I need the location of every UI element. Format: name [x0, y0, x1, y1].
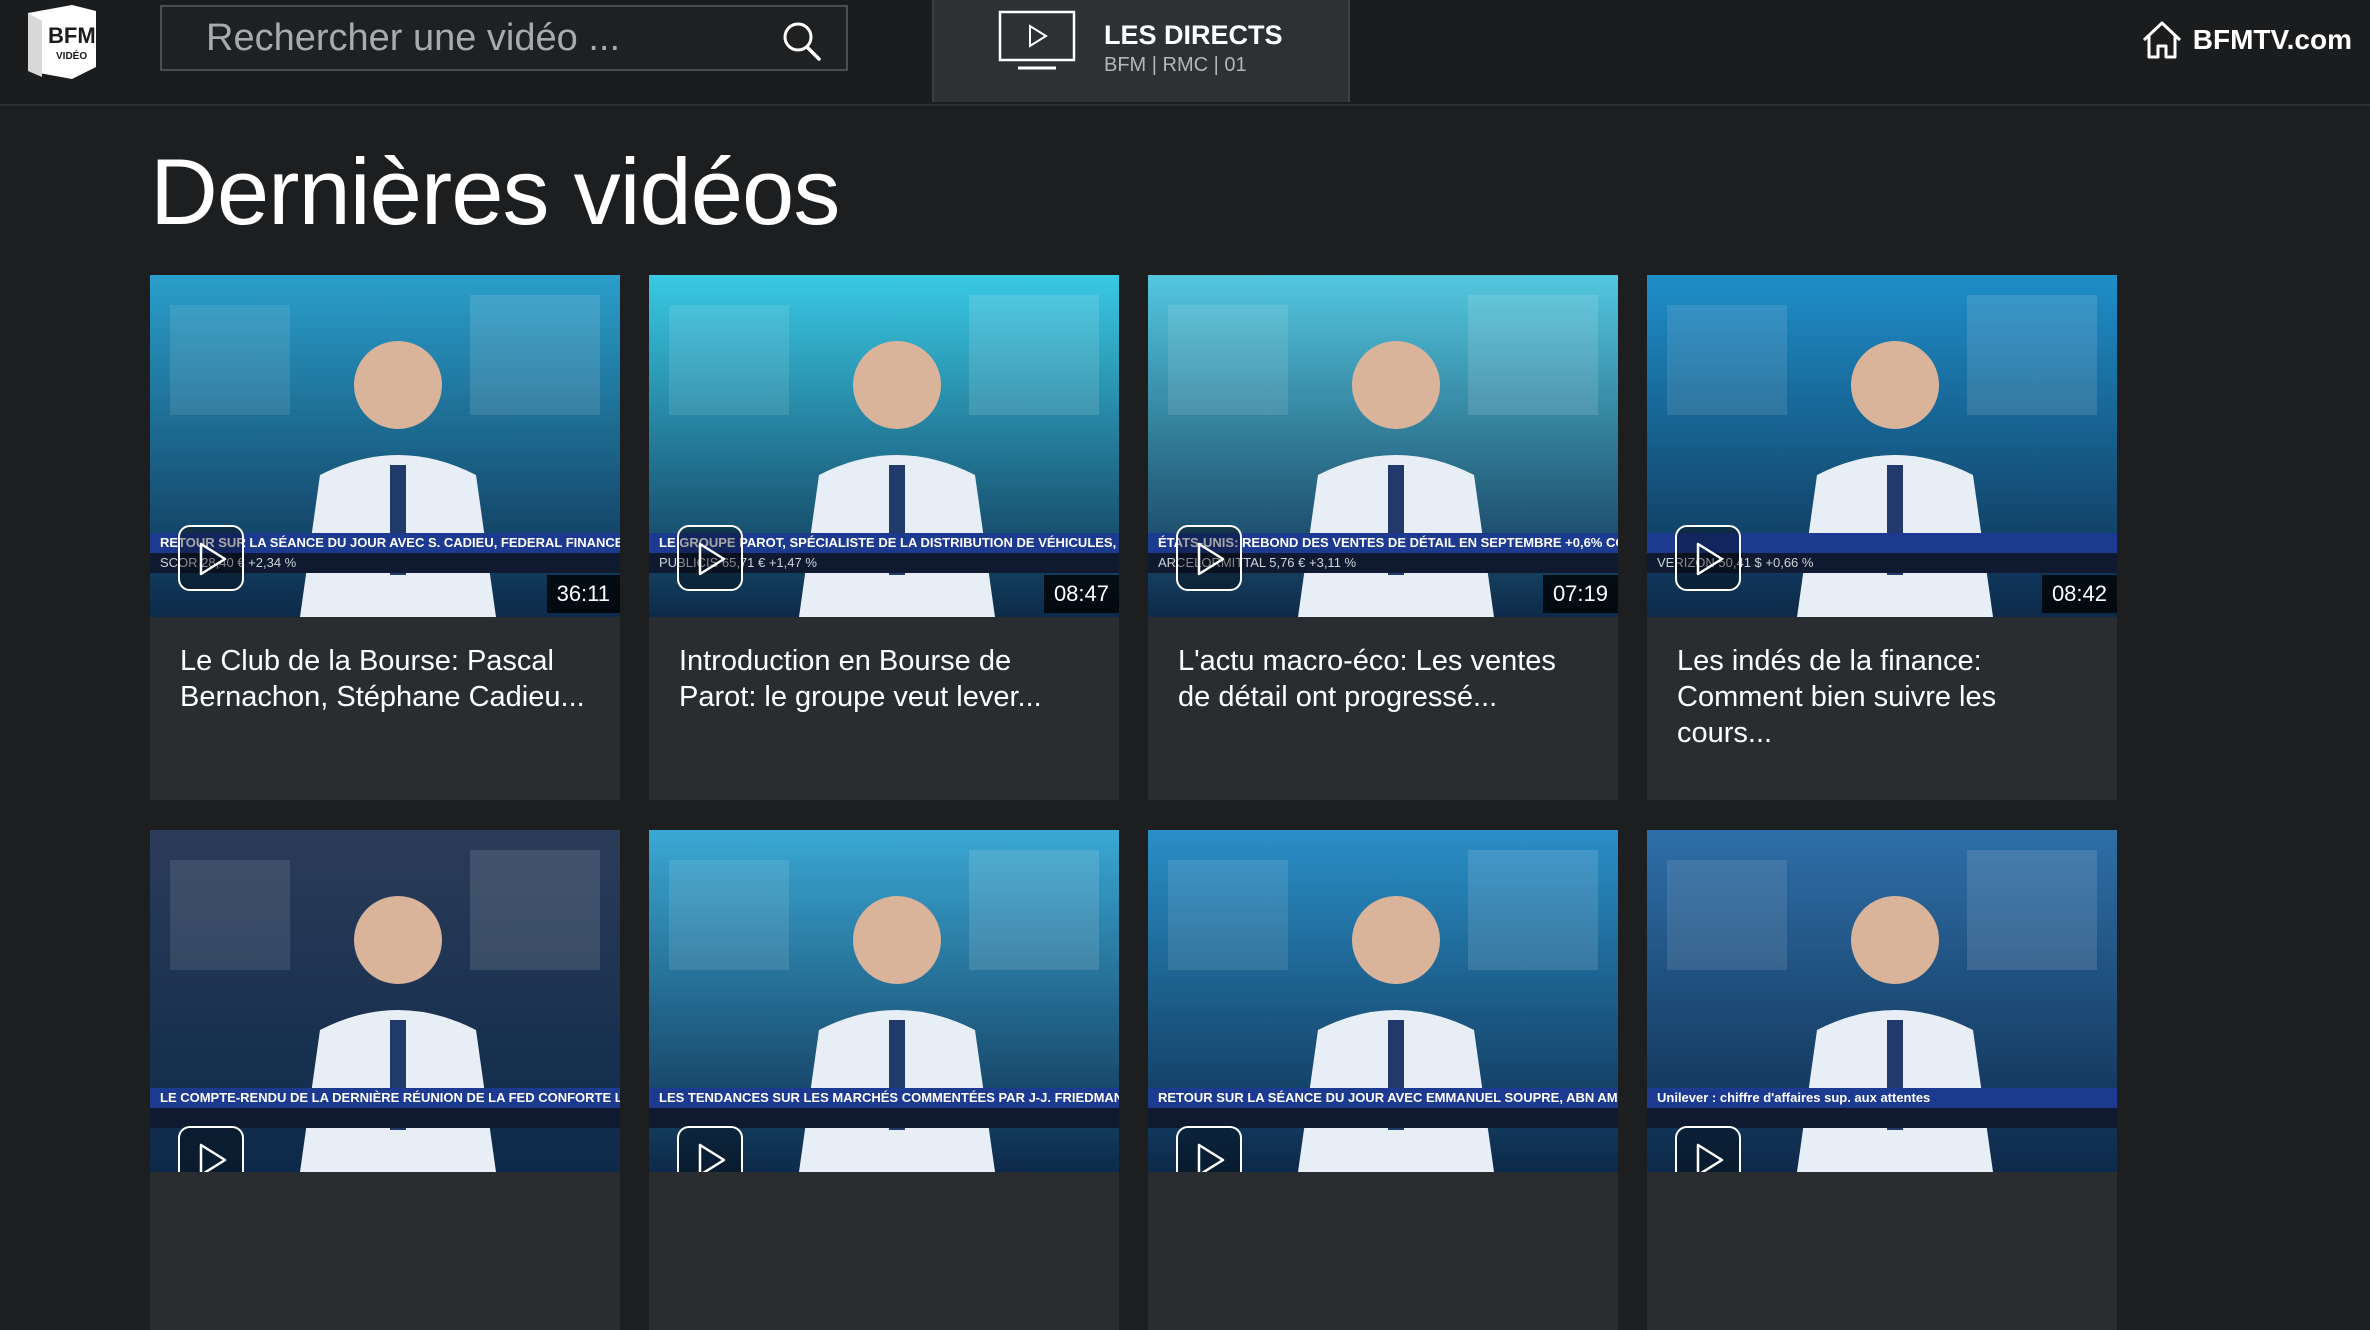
logo-text: BFM	[48, 23, 96, 48]
play-button[interactable]	[1176, 1126, 1242, 1172]
play-icon	[1197, 542, 1225, 576]
page-title: Dernières vidéos	[150, 139, 840, 244]
play-icon	[698, 542, 726, 576]
top-bar: BFM VIDÉO LES DIRECTS BFM | RMC | 01 BFM…	[0, 0, 2370, 106]
bfmtv-home-link[interactable]: BFMTV.com	[2141, 18, 2352, 62]
logo-sub: VIDÉO	[56, 49, 87, 62]
play-button[interactable]	[677, 1126, 743, 1172]
video-card[interactable]: LE COMPTE-RENDU DE LA DERNIÈRE RÉUNION D…	[150, 830, 620, 1330]
search-bar	[160, 5, 848, 71]
live-channels-button[interactable]: LES DIRECTS BFM | RMC | 01	[932, 0, 1350, 102]
video-title[interactable]: L'actu macro-éco: Les ventes de détail o…	[1178, 643, 1588, 715]
play-icon	[1696, 1143, 1724, 1172]
lower-third-headline: LE COMPTE-RENDU DE LA DERNIÈRE RÉUNION D…	[150, 1088, 620, 1108]
video-grid: RETOUR SUR LA SÉANCE DU JOUR AVEC S. CAD…	[150, 275, 2117, 1330]
play-icon	[1696, 542, 1724, 576]
play-icon	[199, 542, 227, 576]
video-duration: 07:19	[1542, 575, 1618, 613]
video-duration: 08:47	[1043, 575, 1119, 613]
video-card[interactable]: VERIZON 50,41 $ +0,66 % 08:42 Les indés d…	[1647, 275, 2117, 800]
lower-third-headline: Unilever : chiffre d'affaires sup. aux a…	[1647, 1088, 2117, 1108]
bfm-video-logo[interactable]: BFM VIDÉO	[22, 5, 98, 79]
search-icon[interactable]	[780, 19, 824, 63]
live-title: LES DIRECTS	[1104, 20, 1283, 50]
video-duration: 36:11	[546, 575, 620, 613]
play-button[interactable]	[1675, 525, 1741, 591]
video-title[interactable]: Le Club de la Bourse: Pascal Bernachon, …	[180, 643, 590, 715]
video-card[interactable]: ÉTATS-UNIS: REBOND DES VENTES DE DÉTAIL …	[1148, 275, 1618, 800]
video-thumbnail[interactable]: RETOUR SUR LA SÉANCE DU JOUR AVEC EMMANU…	[1148, 830, 1618, 1172]
play-button[interactable]	[677, 525, 743, 591]
stock-ticker	[150, 1108, 620, 1128]
play-icon	[1197, 1143, 1225, 1172]
play-icon	[698, 1143, 726, 1172]
play-button[interactable]	[1675, 1126, 1741, 1172]
stock-ticker	[649, 1108, 1119, 1128]
stock-ticker	[1148, 1108, 1618, 1128]
bfmtv-label: BFMTV.com	[2192, 24, 2352, 55]
video-thumbnail[interactable]: Unilever : chiffre d'affaires sup. aux a…	[1647, 830, 2117, 1172]
play-button[interactable]	[178, 525, 244, 591]
lower-third-headline: LES TENDANCES SUR LES MARCHÉS COMMENTÉES…	[649, 1088, 1119, 1108]
video-thumbnail[interactable]: VERIZON 50,41 $ +0,66 % 08:42	[1647, 275, 2117, 617]
live-channels-list: BFM | RMC | 01	[1104, 54, 1247, 76]
play-icon	[199, 1143, 227, 1172]
video-card[interactable]: RETOUR SUR LA SÉANCE DU JOUR AVEC S. CAD…	[150, 275, 620, 800]
lower-third-headline: RETOUR SUR LA SÉANCE DU JOUR AVEC EMMANU…	[1148, 1088, 1618, 1108]
search-input[interactable]	[162, 7, 762, 69]
stock-ticker	[1647, 1108, 2117, 1128]
video-card[interactable]: RETOUR SUR LA SÉANCE DU JOUR AVEC EMMANU…	[1148, 830, 1618, 1330]
play-button[interactable]	[1176, 525, 1242, 591]
home-icon	[2142, 21, 2181, 59]
video-duration: 08:42	[2041, 575, 2117, 613]
video-card[interactable]: LE GROUPE PAROT, SPÉCIALISTE DE LA DISTR…	[649, 275, 1119, 800]
video-title[interactable]: Introduction en Bourse de Parot: le grou…	[679, 643, 1089, 715]
video-title[interactable]: Les indés de la finance: Comment bien su…	[1677, 643, 2087, 751]
video-card[interactable]: LES TENDANCES SUR LES MARCHÉS COMMENTÉES…	[649, 830, 1119, 1330]
video-thumbnail[interactable]: LES TENDANCES SUR LES MARCHÉS COMMENTÉES…	[649, 830, 1119, 1172]
tv-play-icon	[998, 10, 1076, 70]
video-card[interactable]: Unilever : chiffre d'affaires sup. aux a…	[1647, 830, 2117, 1330]
play-button[interactable]	[178, 1126, 244, 1172]
video-thumbnail[interactable]: RETOUR SUR LA SÉANCE DU JOUR AVEC S. CAD…	[150, 275, 620, 617]
video-thumbnail[interactable]: LE GROUPE PAROT, SPÉCIALISTE DE LA DISTR…	[649, 275, 1119, 617]
video-thumbnail[interactable]: LE COMPTE-RENDU DE LA DERNIÈRE RÉUNION D…	[150, 830, 620, 1172]
video-thumbnail[interactable]: ÉTATS-UNIS: REBOND DES VENTES DE DÉTAIL …	[1148, 275, 1618, 617]
